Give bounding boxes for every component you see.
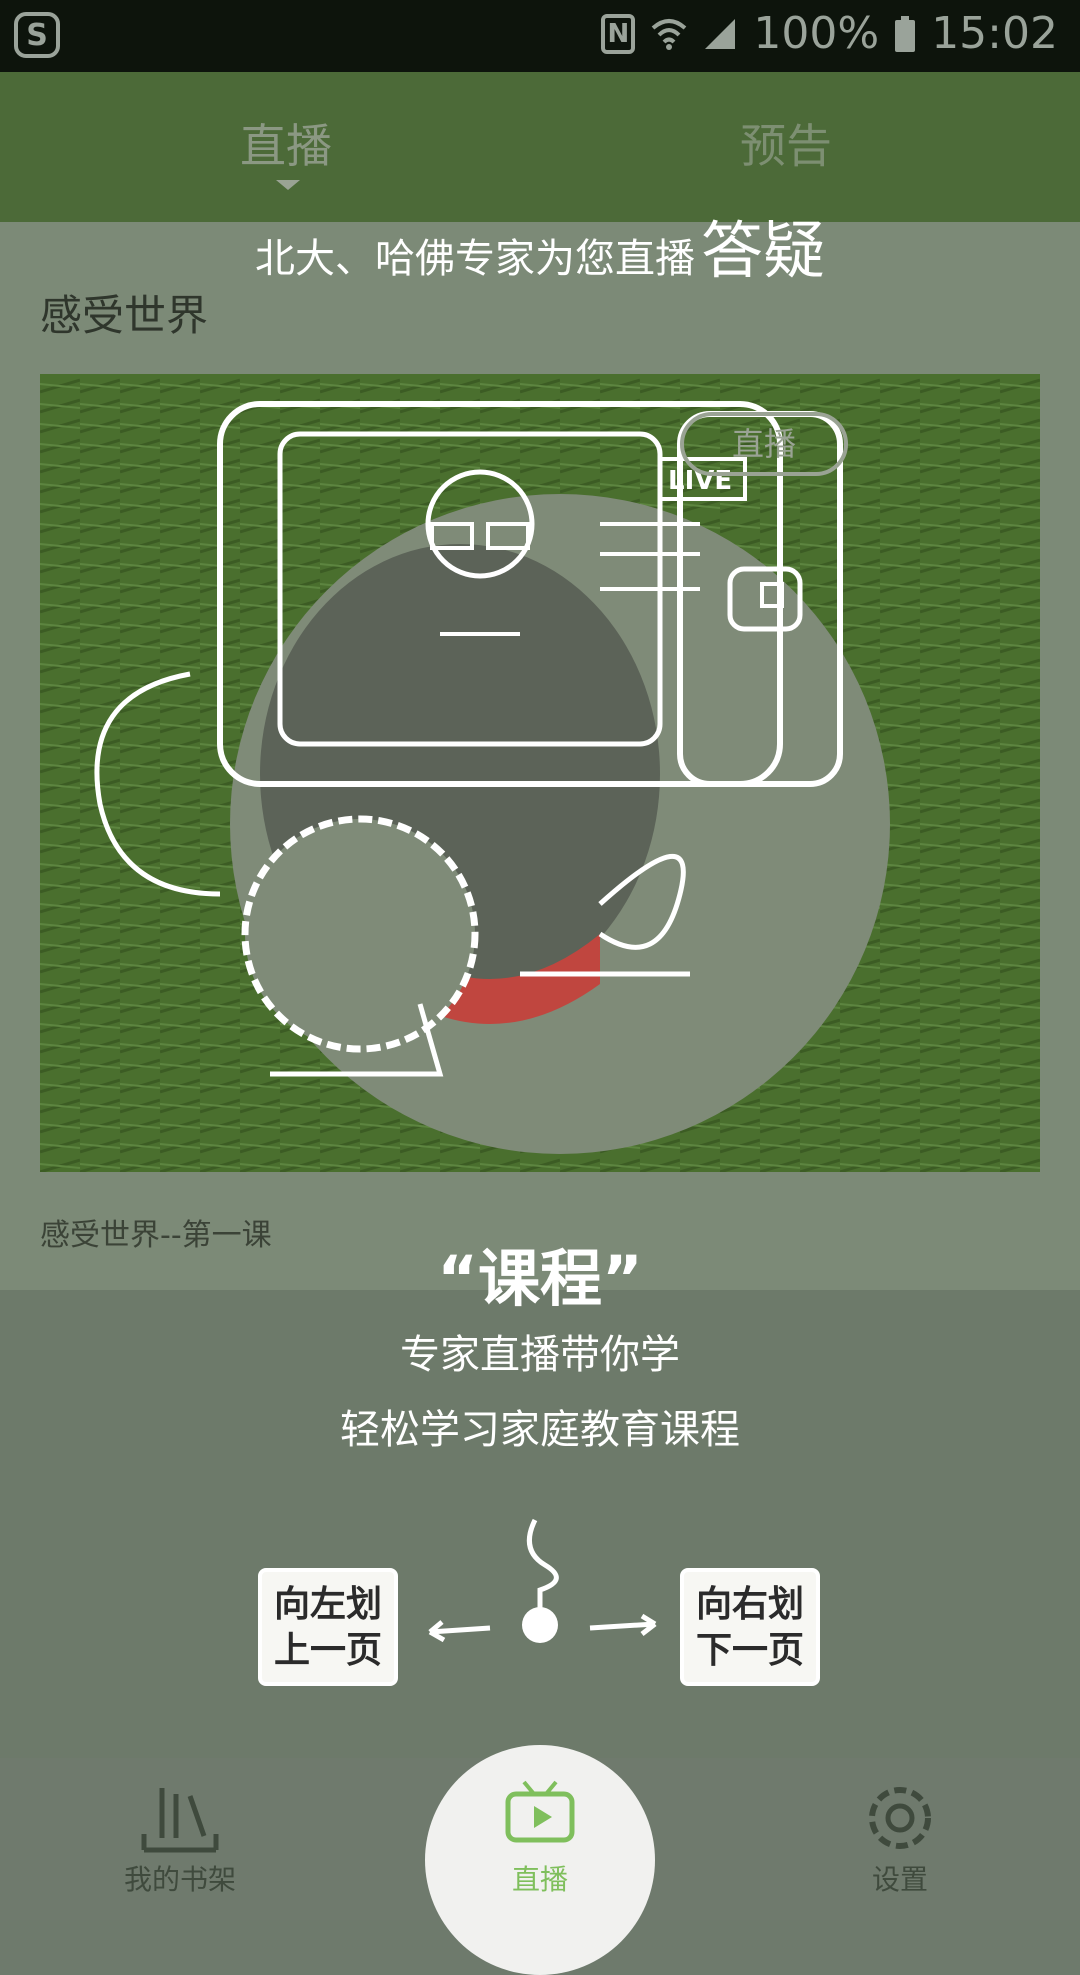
guide-top-text: 北大、哈佛专家为您直播答疑 — [0, 200, 1080, 290]
guide-line-1: 专家直播带你学 — [400, 1332, 680, 1378]
battery-icon — [895, 15, 916, 52]
swipe-right-hint: 向右划 下一页 — [680, 1568, 820, 1686]
nfc-icon: N — [601, 13, 636, 54]
sogou-s-icon: S — [14, 12, 60, 58]
clock: 15:02 — [931, 8, 1058, 59]
swipe-left-hint: 向左划 上一页 — [258, 1568, 398, 1686]
course-cover-card[interactable]: LIVE 直播 — [40, 374, 1040, 1172]
cover-illustration: LIVE — [40, 374, 1040, 1172]
active-tab-indicator — [276, 180, 300, 190]
wifi-icon — [651, 16, 687, 52]
tab-live[interactable]: 直播 — [240, 110, 332, 176]
bookshelf-icon — [141, 1788, 219, 1853]
nav-bookshelf[interactable]: 我的书架 — [80, 1758, 280, 1920]
swipe-hand-arrows-icon — [428, 1518, 657, 1643]
swipe-right-line-1: 向右划 — [695, 1584, 804, 1625]
status-bar: S N 100% 15:02 — [0, 0, 1080, 72]
swipe-left-line-2: 上一页 — [273, 1630, 382, 1671]
nav-live-label: 直播 — [511, 1863, 568, 1896]
live-badge: 直播 — [680, 412, 848, 476]
nav-live[interactable]: 直播 — [440, 1758, 640, 1920]
status-icons: N 100% 15:02 — [601, 8, 1058, 59]
guide-heading: “课程” — [437, 1242, 643, 1315]
nav-bookshelf-label: 我的书架 — [123, 1863, 236, 1896]
guide-line-2: 轻松学习家庭教育课程 — [340, 1407, 740, 1453]
tv-play-icon — [505, 1780, 575, 1843]
live-list: 感受世界 LIVE 直播 感受世界--第一课 — [0, 222, 1080, 1290]
guide-top-emphasis: 答疑 — [700, 214, 825, 287]
battery-percent: 100% — [753, 8, 880, 59]
guide-top-main: 北大、哈佛专家为您直播 — [254, 236, 695, 282]
gear-icon — [869, 1787, 931, 1849]
nav-settings-label: 设置 — [871, 1863, 928, 1896]
signal-icon — [703, 17, 737, 51]
tab-preview[interactable]: 预告 — [740, 110, 832, 176]
section-title: 感受世界 — [40, 291, 209, 340]
nav-settings[interactable]: 设置 — [800, 1758, 1000, 1920]
swipe-left-line-1: 向左划 — [273, 1584, 382, 1625]
swipe-right-line-2: 下一页 — [695, 1630, 804, 1671]
